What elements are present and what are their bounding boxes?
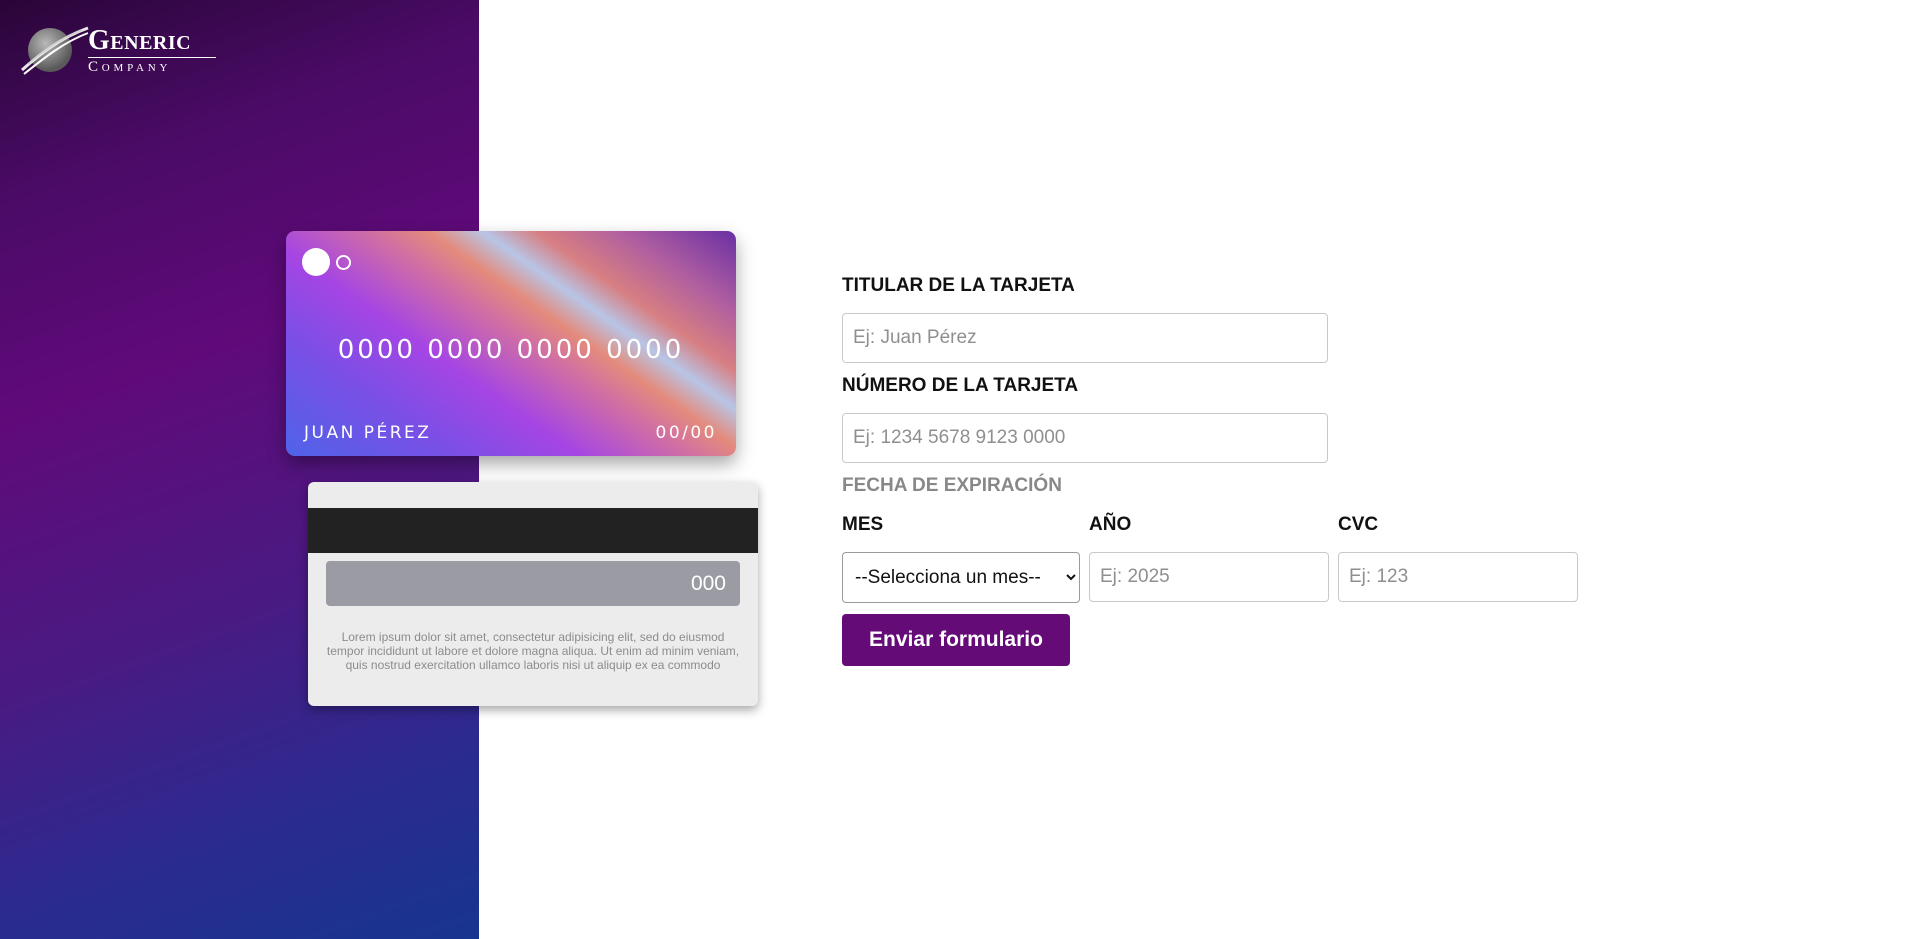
card-brand-circle-small <box>336 255 351 270</box>
magnetic-stripe <box>308 508 758 553</box>
logo-wordmark-line2: Company <box>88 59 172 75</box>
payment-page: Generic Company 0000 0000 0000 0000 JUAN… <box>0 0 1919 939</box>
submit-button[interactable]: Enviar formulario <box>842 614 1070 666</box>
card-expiry-display: 00/00 <box>655 423 717 443</box>
company-logo: Generic Company <box>20 22 216 77</box>
card-front-preview: 0000 0000 0000 0000 JUAN PÉREZ 00/00 <box>286 231 736 456</box>
cvc-input[interactable] <box>1338 552 1578 602</box>
card-back-preview: 000 Lorem ipsum dolor sit amet, consecte… <box>308 482 758 706</box>
year-label: AÑO <box>1089 514 1132 535</box>
number-label: NÚMERO DE LA TARJETA <box>842 375 1079 396</box>
swoosh-globe-icon <box>21 26 89 75</box>
card-number-display: 0000 0000 0000 0000 <box>337 335 685 365</box>
logo-wordmark-line1: Generic <box>88 25 192 56</box>
month-label: MES <box>842 514 884 535</box>
cvc-label: CVC <box>1338 514 1379 535</box>
card-cvc-display: 000 <box>690 572 726 595</box>
left-panel: Generic Company <box>0 0 479 939</box>
card-details-form: TITULAR DE LA TARJETA NÚMERO DE LA TARJE… <box>842 0 1602 939</box>
month-select[interactable]: --Selecciona un mes-- <box>842 552 1080 603</box>
card-holder-input[interactable] <box>842 313 1328 363</box>
holder-label: TITULAR DE LA TARJETA <box>842 275 1075 296</box>
card-number-input[interactable] <box>842 413 1328 463</box>
card-back-legal-text: Lorem ipsum dolor sit amet, consectetur … <box>326 630 740 672</box>
card-holder-display: JUAN PÉREZ <box>304 423 432 443</box>
card-brand-circle-large <box>302 248 330 276</box>
expiry-section-label: FECHA DE EXPIRACIÓN <box>842 475 1062 496</box>
year-input[interactable] <box>1089 552 1329 602</box>
signature-strip: 000 <box>326 561 740 606</box>
